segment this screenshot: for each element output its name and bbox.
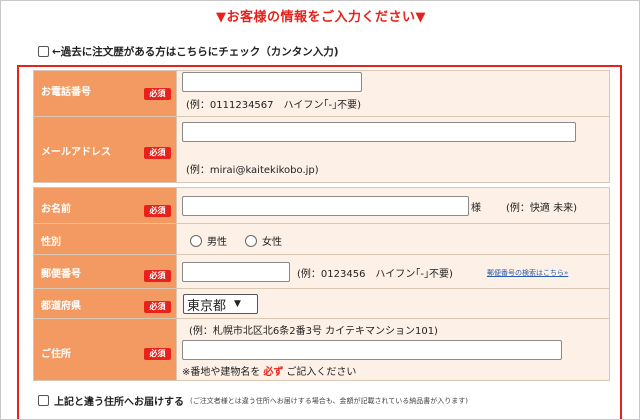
name-label: お名前 xyxy=(41,204,71,215)
address-note-suffix: ご記入ください xyxy=(286,367,357,378)
name-row: お名前 必須 様 (例：快適 未来) xyxy=(33,187,610,224)
contact-table: お電話番号 必須 (例：0111234567 ハイフン｢-｣不要) メールアドレ… xyxy=(33,70,610,183)
address-note-emphasis: 必ず xyxy=(263,367,284,378)
email-label-cell: メールアドレス 必須 xyxy=(33,116,177,183)
gender-row: 性別 男性 女性 xyxy=(33,223,610,255)
phone-hint: (例：0111234567 ハイフン｢-｣不要) xyxy=(186,100,362,111)
phone-required-badge: 必須 xyxy=(144,88,171,100)
postal-required-badge: 必須 xyxy=(144,270,171,282)
past-order-label: ←過去に注文歴がある方はこちらにチェック（カンタン入力) xyxy=(52,46,339,58)
postal-hint: (例：0123456 ハイフン｢-｣不要) xyxy=(297,269,453,280)
past-order-checkbox[interactable] xyxy=(38,46,49,57)
past-order-row[interactable]: ←過去に注文歴がある方はこちらにチェック（カンタン入力) xyxy=(38,44,339,59)
prefecture-label: 都道府県 xyxy=(41,301,81,312)
page-frame: ▼お客様の情報をご入力ください▼ ←過去に注文歴がある方はこちらにチェック（カン… xyxy=(0,0,640,420)
name-label-cell: お名前 必須 xyxy=(33,187,177,224)
prefecture-selected: 東京都 xyxy=(187,298,227,314)
different-address-row[interactable]: 上記と違う住所へお届けする (ご注文者様とは違う住所へお届けする場合も、金額が記… xyxy=(38,393,468,408)
phone-label-cell: お電話番号 必須 xyxy=(33,70,177,117)
email-row: メールアドレス 必須 (例：mirai@kaitekikobo.jp) xyxy=(33,116,610,183)
gender-option-female[interactable]: 女性 xyxy=(245,233,282,248)
gender-label: 性別 xyxy=(41,237,61,248)
different-address-note: (ご注文者様とは違う住所へお届けする場合も、金額が記載されている納品書が入ります… xyxy=(190,396,469,405)
postal-row: 郵便番号 必須 (例：0123456 ハイフン｢-｣不要) 郵便番号の検索はこち… xyxy=(33,254,610,289)
personal-table: お名前 必須 様 (例：快適 未来) 性別 男性 女性 郵便番号 必須 (例：0… xyxy=(33,187,610,381)
address-label-cell: ご住所 必須 xyxy=(33,318,177,381)
email-label: メールアドレス xyxy=(41,147,111,158)
different-address-checkbox[interactable] xyxy=(38,395,49,406)
different-address-label: 上記と違う住所へお届けする xyxy=(54,397,184,408)
prefecture-value-cell: 東京都 ▼ xyxy=(176,288,610,319)
address-row: ご住所 必須 (例：札幌市北区北6条2番3号 カイテキマンション101) ※番地… xyxy=(33,318,610,381)
name-input[interactable] xyxy=(182,196,469,216)
address-label: ご住所 xyxy=(41,349,71,360)
phone-value-cell: (例：0111234567 ハイフン｢-｣不要) xyxy=(176,70,610,117)
phone-input[interactable] xyxy=(182,72,362,92)
email-input[interactable] xyxy=(182,122,576,142)
email-required-badge: 必須 xyxy=(144,147,171,159)
address-note-prefix: ※番地や建物名を xyxy=(182,367,261,378)
postal-label: 郵便番号 xyxy=(41,269,81,280)
prefecture-select[interactable]: 東京都 ▼ xyxy=(183,294,258,314)
phone-row: お電話番号 必須 (例：0111234567 ハイフン｢-｣不要) xyxy=(33,70,610,117)
address-hint: (例：札幌市北区北6条2番3号 カイテキマンション101) xyxy=(189,326,438,337)
address-input[interactable] xyxy=(182,340,562,360)
postal-search-link[interactable]: 郵便番号の検索はこちら» xyxy=(487,268,568,278)
gender-label-cell: 性別 xyxy=(33,223,177,255)
name-required-badge: 必須 xyxy=(144,205,171,217)
email-hint: (例：mirai@kaitekikobo.jp) xyxy=(186,165,319,176)
prefecture-row: 都道府県 必須 東京都 ▼ xyxy=(33,288,610,319)
male-radio[interactable] xyxy=(190,234,202,247)
male-label: 男性 xyxy=(207,237,227,248)
postal-input[interactable] xyxy=(182,262,290,282)
phone-label: お電話番号 xyxy=(41,87,91,98)
female-label: 女性 xyxy=(262,237,282,248)
email-value-cell: (例：mirai@kaitekikobo.jp) xyxy=(176,116,610,183)
section-title: ▼お客様の情報をご入力ください▼ xyxy=(216,10,426,25)
gender-option-male[interactable]: 男性 xyxy=(190,233,227,248)
address-required-badge: 必須 xyxy=(144,348,171,360)
address-note: ※番地や建物名を 必ず ご記入ください xyxy=(182,363,356,378)
chevron-down-icon: ▼ xyxy=(234,299,241,309)
name-suffix: 様 xyxy=(471,203,481,214)
gender-value-cell: 男性 女性 xyxy=(176,223,610,255)
address-value-cell: (例：札幌市北区北6条2番3号 カイテキマンション101) ※番地や建物名を 必ず… xyxy=(176,318,610,381)
name-hint: (例：快適 未来) xyxy=(506,203,577,214)
name-value-cell: 様 (例：快適 未来) xyxy=(176,187,610,224)
postal-value-cell: (例：0123456 ハイフン｢-｣不要) 郵便番号の検索はこちら» xyxy=(176,254,610,289)
prefecture-label-cell: 都道府県 必須 xyxy=(33,288,177,319)
postal-label-cell: 郵便番号 必須 xyxy=(33,254,177,289)
female-radio[interactable] xyxy=(245,234,257,247)
prefecture-required-badge: 必須 xyxy=(144,301,171,313)
